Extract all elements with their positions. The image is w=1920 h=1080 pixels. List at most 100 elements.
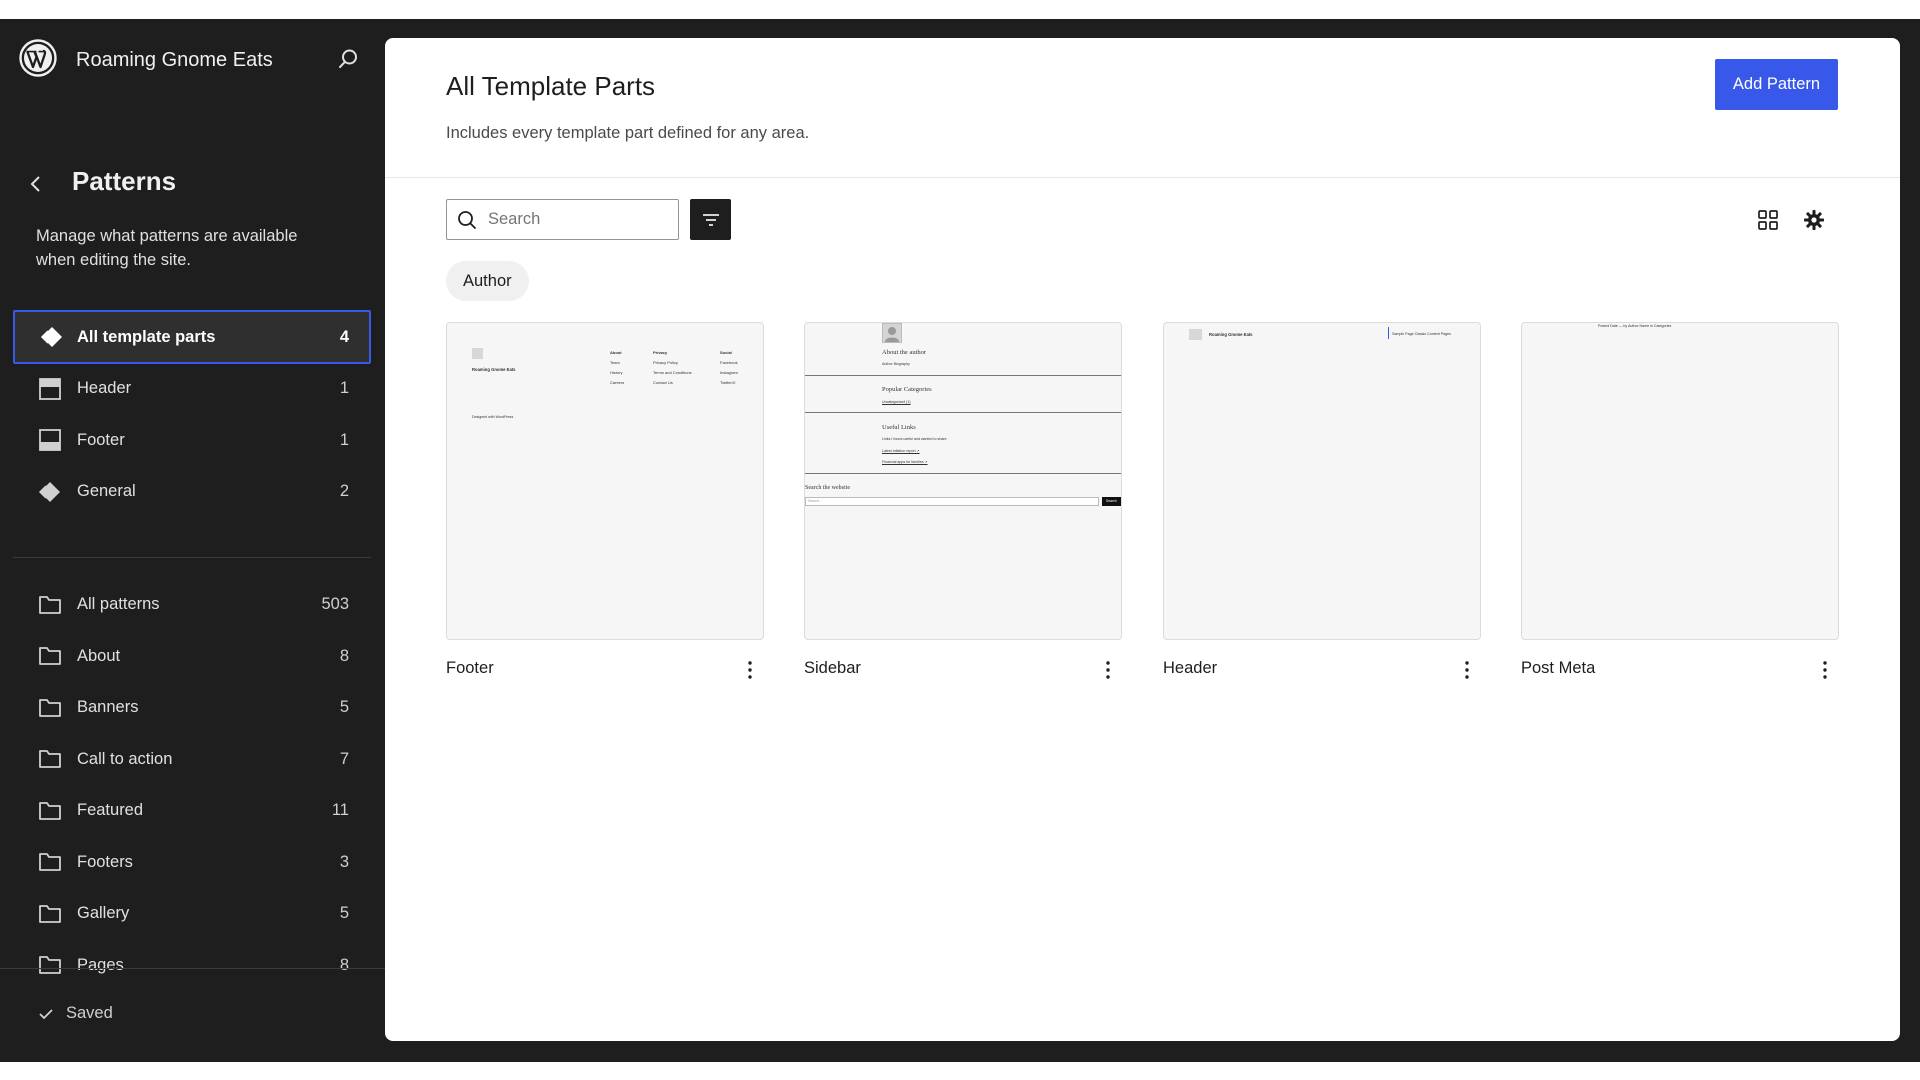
preview-divider: [805, 473, 1121, 474]
nav-count: 1: [339, 430, 349, 449]
preview-categories-heading: Popular Categories: [882, 386, 932, 393]
nav-label: About: [77, 646, 121, 665]
card-preview[interactable]: Posted Date — by Author Name in Categori…: [1521, 322, 1839, 640]
card-preview[interactable]: Roaming Gnome Eats Sample Page Classic C…: [1163, 322, 1481, 640]
site-name[interactable]: Roaming Gnome Eats: [76, 49, 273, 72]
avatar: [882, 323, 902, 343]
folder-icon: [37, 695, 63, 721]
pattern-categories-nav: All patterns 503 About 8 Banners 5 Call …: [13, 579, 371, 991]
card-title[interactable]: Header: [1163, 659, 1217, 678]
preview-divider: [805, 375, 1121, 376]
nav-label: General: [77, 482, 136, 501]
card-preview[interactable]: Roaming Gnome Eats About Team History Ca…: [446, 322, 764, 640]
template-part-card-sidebar: About the author Author Biography Popula…: [804, 322, 1122, 695]
filter-button[interactable]: [690, 199, 731, 240]
symbol-icon: [39, 324, 65, 350]
nav-label: Footer: [77, 430, 125, 449]
add-pattern-button[interactable]: Add Pattern: [1715, 59, 1838, 110]
saved-divider: [0, 968, 385, 969]
nav-label: Call to action: [77, 749, 173, 768]
more-options-icon[interactable]: [1457, 657, 1477, 683]
chevron-left-icon: [30, 176, 40, 192]
preview-link: Financial apps for families ↗: [882, 460, 928, 464]
nav-count: 5: [339, 904, 349, 923]
page-title: All Template Parts: [446, 71, 656, 101]
nav-divider: [13, 557, 371, 558]
more-options-icon[interactable]: [1098, 657, 1118, 683]
more-options-icon[interactable]: [740, 657, 760, 683]
search-input[interactable]: [488, 210, 668, 229]
symbol-icon: [37, 479, 63, 505]
page-header: All Template Parts Includes every templa…: [385, 38, 1900, 178]
nav-count: 5: [339, 698, 349, 717]
folder-icon: [37, 592, 63, 618]
search-icon: [456, 209, 478, 231]
card-title[interactable]: Sidebar: [804, 659, 861, 678]
sidebar: Roaming Gnome Eats Patterns Manage what …: [0, 19, 385, 1062]
nav-item-banners[interactable]: Banners 5: [13, 682, 371, 734]
template-part-card-header: Roaming Gnome Eats Sample Page Classic C…: [1163, 322, 1481, 695]
nav-count: 3: [339, 852, 349, 871]
card-title[interactable]: Footer: [446, 659, 494, 678]
nav-count: 7: [339, 749, 349, 768]
grid-view-button[interactable]: [1754, 206, 1782, 234]
nav-label: Gallery: [77, 904, 130, 923]
nav-item-all-template-parts[interactable]: All template parts 4: [13, 310, 371, 364]
search-field[interactable]: [446, 199, 679, 240]
nav-item-all-patterns[interactable]: All patterns 503: [13, 579, 371, 631]
template-parts-nav: All template parts 4 Header 1 Footer 1 G…: [13, 310, 371, 518]
nav-item-featured[interactable]: Featured 11: [13, 785, 371, 837]
card-footer: Footer: [446, 645, 764, 695]
section-title: Patterns: [72, 166, 177, 196]
nav-item-pages[interactable]: Pages 8: [13, 940, 371, 992]
preview-about-heading: About the author: [882, 349, 927, 356]
nav-label: Pages: [77, 955, 124, 974]
funnel-icon: [702, 213, 719, 226]
save-status: Saved: [38, 1004, 113, 1023]
nav-item-about[interactable]: About 8: [13, 631, 371, 683]
nav-count: 8: [339, 646, 349, 665]
more-options-icon[interactable]: [1815, 657, 1835, 683]
gear-icon: [1804, 210, 1824, 230]
preview-links-heading: Useful Links: [882, 424, 916, 431]
nav-item-gallery[interactable]: Gallery 5: [13, 888, 371, 940]
back-button[interactable]: [24, 169, 48, 199]
site-header: Roaming Gnome Eats: [0, 19, 385, 99]
nav-item-call-to-action[interactable]: Call to action 7: [13, 734, 371, 786]
header-icon: [37, 376, 63, 402]
footer-icon: [37, 427, 63, 453]
search-icon[interactable]: [334, 45, 362, 73]
preview-search-heading: Search the website: [805, 485, 850, 491]
card-footer: Post Meta: [1521, 645, 1839, 695]
folder-icon: [37, 643, 63, 669]
wordpress-logo-icon[interactable]: [19, 39, 57, 77]
nav-item-footers[interactable]: Footers 3: [13, 837, 371, 889]
preview-nav: Sample Page Classic Content Pages: [1392, 332, 1451, 336]
main-content: All Template Parts Includes every templa…: [385, 38, 1900, 1041]
nav-item-footer[interactable]: Footer 1: [13, 415, 371, 467]
card-footer: Header: [1163, 645, 1481, 695]
check-icon: [39, 1008, 53, 1019]
preview-column-1: About Team History Careers: [610, 350, 625, 385]
nav-label: Footers: [77, 852, 133, 871]
site-logo-placeholder: [1189, 329, 1202, 340]
folder-icon: [37, 798, 63, 824]
nav-count: 8: [339, 955, 349, 974]
preview-divider: [805, 412, 1121, 413]
nav-label: Banners: [77, 698, 139, 717]
card-footer: Sidebar: [804, 645, 1122, 695]
card-preview[interactable]: About the author Author Biography Popula…: [804, 322, 1122, 640]
view-options-button[interactable]: [1800, 206, 1828, 234]
nav-count: 4: [339, 327, 349, 346]
card-title[interactable]: Post Meta: [1521, 659, 1595, 678]
preview-cursor: [1388, 327, 1389, 339]
preview-post-meta: Posted Date — by Author Name in Categori…: [1598, 324, 1672, 328]
section-description: Manage what patterns are available when …: [36, 227, 298, 269]
nav-count: 11: [331, 801, 349, 820]
nav-label: All template parts: [77, 327, 216, 346]
preview-column-2: Privacy Privacy Policy Terms and Conditi…: [653, 350, 692, 385]
preview-links-text: Links I found useful and wanted to share…: [882, 437, 948, 441]
author-filter-chip[interactable]: Author: [446, 261, 529, 301]
nav-item-general[interactable]: General 2: [13, 466, 371, 518]
nav-item-header[interactable]: Header 1: [13, 363, 371, 415]
